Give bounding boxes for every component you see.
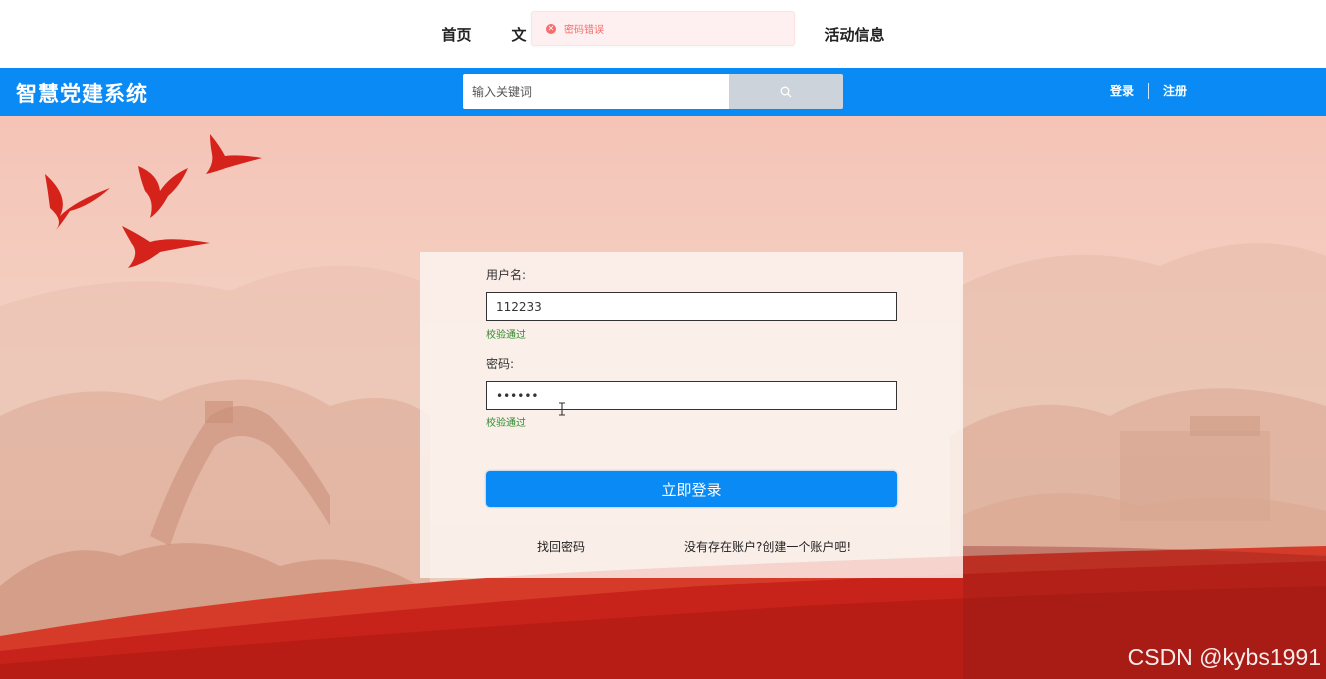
auth-links: 登录 注册 (1110, 82, 1187, 99)
error-toast: ✕ 密码错误 (531, 11, 795, 46)
nav-activity-info[interactable]: 活动信息 (815, 24, 895, 45)
search-input[interactable] (463, 74, 729, 109)
forgot-password-link[interactable]: 找回密码 (537, 538, 585, 555)
search-button[interactable] (729, 74, 843, 109)
divider (1148, 82, 1150, 99)
login-button[interactable]: 立即登录 (486, 471, 897, 507)
toast-message: 密码错误 (564, 25, 604, 36)
site-logo[interactable]: 智慧党建系统 (16, 78, 148, 108)
create-account-link[interactable]: 没有存在账户?创建一个账户吧! (684, 538, 851, 555)
username-input[interactable] (486, 292, 897, 321)
login-card: 用户名: 校验通过 密码: 校验通过 立即登录 找回密码 没有存在账户?创建一个… (420, 252, 963, 578)
password-input[interactable] (486, 381, 897, 410)
username-label: 用户名: (486, 268, 527, 282)
search-icon (780, 86, 792, 97)
watermark: CSDN @kybs1991 (1127, 644, 1321, 670)
error-circle-icon: ✕ (546, 23, 556, 34)
password-label: 密码: (486, 357, 515, 371)
password-validation: 校验通过 (486, 418, 526, 429)
text-cursor-icon (559, 402, 565, 416)
nav-home[interactable]: 首页 (431, 24, 481, 45)
login-link[interactable]: 登录 (1110, 82, 1134, 99)
register-link[interactable]: 注册 (1163, 82, 1187, 99)
username-validation: 校验通过 (486, 330, 526, 341)
